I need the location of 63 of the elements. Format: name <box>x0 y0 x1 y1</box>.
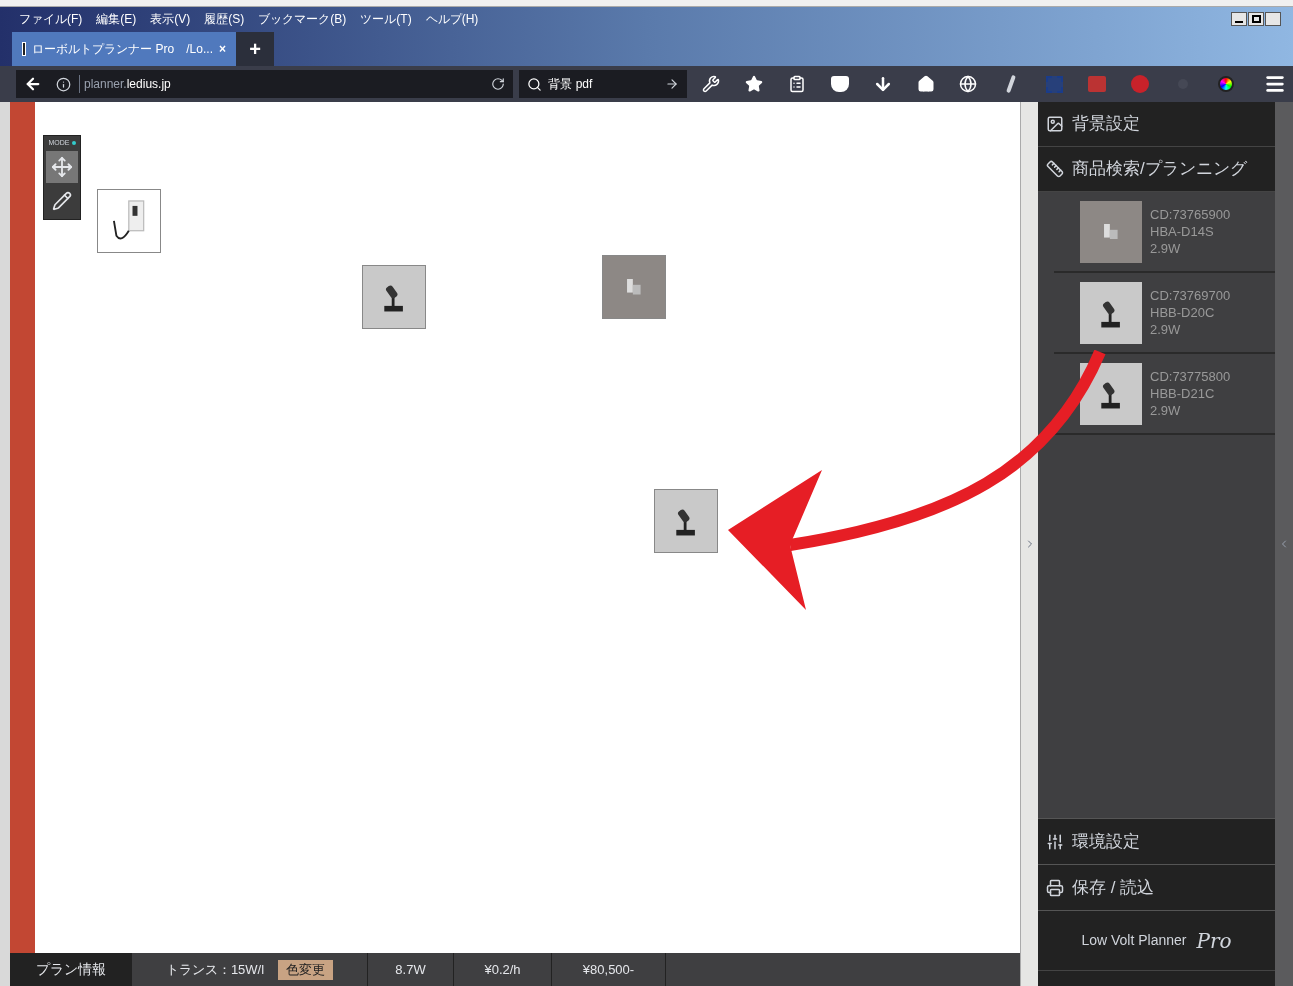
url-text: planner.ledius.jp <box>79 75 171 93</box>
info-icon[interactable] <box>56 76 71 92</box>
sidebar-section-header[interactable]: 商品検索/プランニング <box>1038 147 1275 192</box>
logo-suffix: Pro <box>1196 927 1232 955</box>
printer-icon <box>1046 878 1064 897</box>
search-field[interactable]: 背景 pdf <box>519 70 687 98</box>
pencil-icon <box>52 190 72 211</box>
section-title: 背景設定 <box>1072 113 1140 136</box>
transformer-text: トランス：15W/l <box>165 960 265 979</box>
menu-item[interactable]: ツール(T) <box>353 10 419 28</box>
wall-light-icon <box>627 279 641 295</box>
product-model: HBB-D20C <box>1150 304 1216 321</box>
product-wattage: 2.9W <box>1150 240 1182 257</box>
menu-item[interactable]: ヘルプ(H) <box>418 10 486 28</box>
sidebar-section-header[interactable]: 保存 / 読込 <box>1038 864 1275 910</box>
minimize-icon[interactable] <box>1231 12 1247 26</box>
tab-title: ローボルトプランナー Pro /Lo... <box>32 41 213 58</box>
logo-text: Low Volt Planner <box>1081 931 1187 950</box>
menu-item[interactable]: ブックマーク(B) <box>251 10 354 28</box>
back-icon[interactable] <box>24 75 42 93</box>
section-title: 商品検索/プランニング <box>1072 158 1247 181</box>
address-bar[interactable]: planner.ledius.jp <box>16 70 514 98</box>
sidebar-section-header[interactable]: 背景設定 <box>1038 102 1275 147</box>
plan-info-tab[interactable]: プラン情報 <box>10 953 132 986</box>
menu-item[interactable]: ファイル(F) <box>12 10 90 28</box>
new-tab-button[interactable]: + <box>236 32 274 66</box>
section-title: 保存 / 読込 <box>1072 876 1155 899</box>
move-tool-button[interactable] <box>46 150 78 183</box>
product-code: CD:73769700 <box>1150 287 1231 304</box>
search-text: 背景 pdf <box>548 76 593 93</box>
color-change-button[interactable]: 色変更 <box>278 959 334 980</box>
menu-item[interactable]: 編集(E) <box>89 10 144 28</box>
product-wattage: 2.9W <box>1150 402 1182 419</box>
product-list-item[interactable]: CD:73765900 HBA-D14S 2.9W <box>1054 192 1275 273</box>
product-model: HBB-D21C <box>1150 385 1216 402</box>
wall-light-icon <box>1104 223 1118 240</box>
sidebar-section-header[interactable]: 環境設定 <box>1038 818 1275 864</box>
hourly-cost: ¥0.2/h <box>454 953 552 986</box>
menu-item[interactable]: 履歴(S) <box>197 10 252 28</box>
maximize-icon[interactable] <box>1248 12 1264 26</box>
placed-fixture[interactable] <box>654 489 718 553</box>
placed-fixture[interactable] <box>362 265 426 329</box>
sliders-icon <box>1046 832 1064 851</box>
search-icon <box>527 76 543 92</box>
product-code: CD:73775800 <box>1150 368 1231 385</box>
tab-close-button[interactable]: × <box>219 40 226 58</box>
image-icon <box>1046 115 1064 133</box>
menu-item[interactable]: 表示(V) <box>143 10 198 28</box>
app-favicon <box>22 42 27 56</box>
go-icon[interactable] <box>664 77 679 91</box>
product-code: CD:73765900 <box>1150 206 1231 223</box>
ruler-icon <box>1046 160 1064 178</box>
browser-tab[interactable]: ローボルトプランナー Pro /Lo... × <box>12 32 236 66</box>
placed-fixture[interactable] <box>97 189 161 253</box>
power-total: 8.7W <box>368 953 454 986</box>
reload-icon[interactable] <box>491 77 506 91</box>
product-list-item[interactable]: CD:73769700 HBB-D20C 2.9W <box>1054 273 1275 354</box>
total-price: ¥80,500- <box>552 953 666 986</box>
product-wattage: 2.9W <box>1150 321 1182 338</box>
product-model: HBA-D14S <box>1150 223 1215 240</box>
move-icon <box>51 155 73 178</box>
section-title: 環境設定 <box>1072 830 1140 853</box>
product-list-item[interactable]: CD:73775800 HBB-D21C 2.9W <box>1054 354 1275 435</box>
